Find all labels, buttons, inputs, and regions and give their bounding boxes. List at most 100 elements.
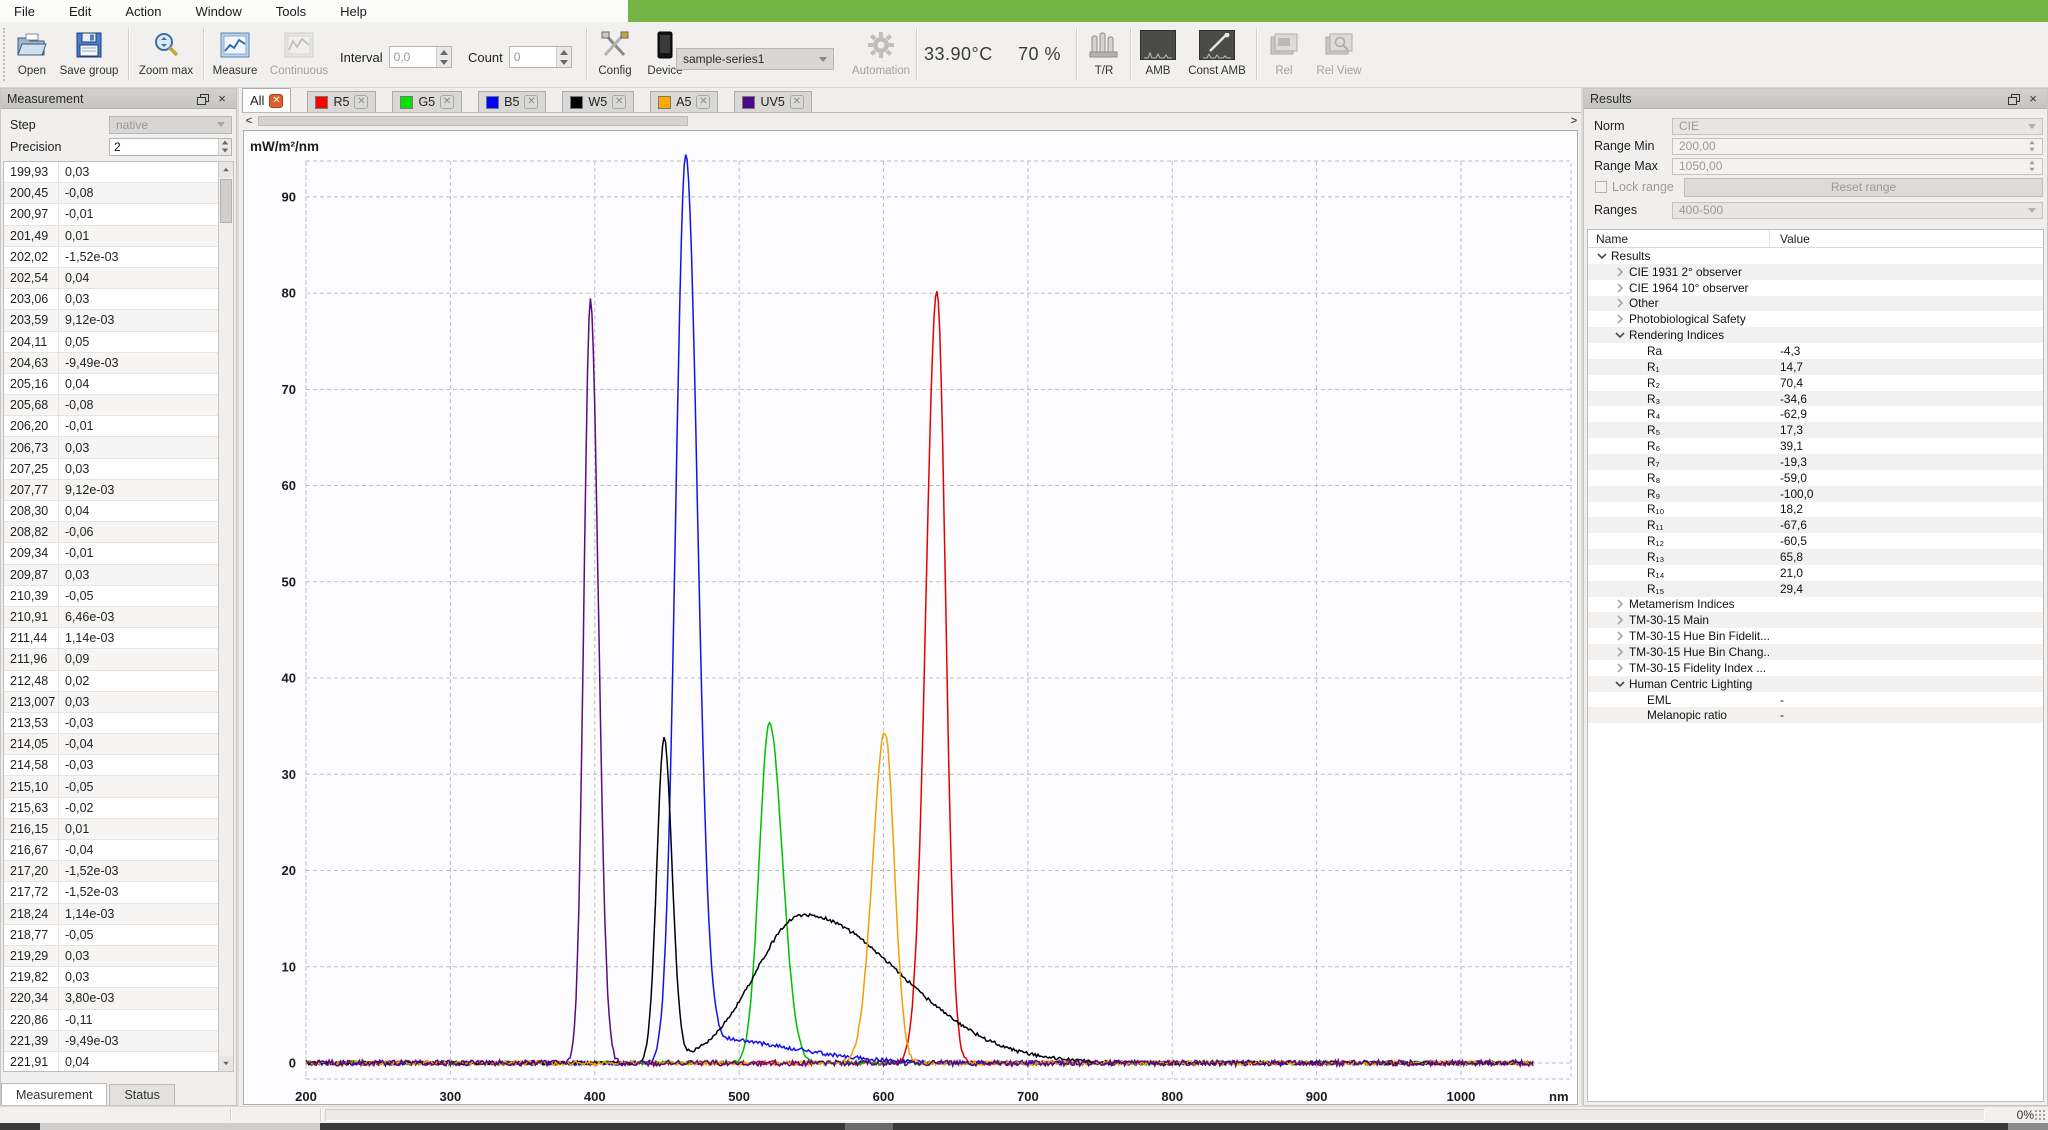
tree-row[interactable]: Results xyxy=(1588,248,2043,264)
range-min-spinbox[interactable]: 200,00 xyxy=(1672,138,2043,155)
tree-row[interactable]: CIE 1964 10° observer xyxy=(1588,280,2043,296)
measurement-row[interactable]: 208,300,04 xyxy=(4,501,218,522)
measurement-row[interactable]: 221,39-9,49e-03 xyxy=(4,1031,218,1052)
tree-row[interactable]: R₃-34,6 xyxy=(1588,391,2043,407)
tree-row[interactable]: R₆39,1 xyxy=(1588,438,2043,454)
tab-scroll-thumb[interactable] xyxy=(258,116,688,126)
zoom-max-button[interactable]: Zoom max xyxy=(136,26,196,84)
measurement-row[interactable]: 215,10-0,05 xyxy=(4,776,218,797)
close-tab-icon[interactable]: ✕ xyxy=(612,95,626,109)
chevron-right-icon[interactable] xyxy=(1614,615,1626,625)
measurement-row[interactable]: 208,82-0,06 xyxy=(4,522,218,543)
measurement-row[interactable]: 204,63-9,49e-03 xyxy=(4,353,218,374)
reset-range-button[interactable]: Reset range xyxy=(1684,178,2043,197)
tree-row[interactable]: R₁₄21,0 xyxy=(1588,565,2043,581)
tree-row[interactable]: Metamerism Indices xyxy=(1588,597,2043,613)
measurement-row[interactable]: 203,060,03 xyxy=(4,289,218,310)
measurement-row[interactable]: 220,86-0,11 xyxy=(4,1010,218,1031)
measurement-row[interactable]: 209,870,03 xyxy=(4,565,218,586)
interval-spinner[interactable] xyxy=(436,47,451,67)
chart-tab-a5[interactable]: A5✕ xyxy=(650,91,718,112)
precision-spinbox[interactable] xyxy=(109,138,232,156)
tree-row[interactable]: TM-30-15 Main xyxy=(1588,612,2043,628)
interval-input[interactable] xyxy=(390,47,436,67)
ranges-dropdown[interactable]: 400-500 xyxy=(1672,202,2043,219)
measure-button[interactable]: Measure xyxy=(208,26,262,84)
measurement-row[interactable]: 216,150,01 xyxy=(4,819,218,840)
tree-row[interactable]: R₁14,7 xyxy=(1588,359,2043,375)
measurement-row[interactable]: 217,72-1,52e-03 xyxy=(4,882,218,903)
open-button[interactable]: Open xyxy=(8,26,56,84)
menu-tools[interactable]: Tools xyxy=(272,2,310,21)
menu-edit[interactable]: Edit xyxy=(65,2,95,21)
measurement-row[interactable]: 200,97-0,01 xyxy=(4,204,218,225)
tree-row[interactable]: R₁₃65,8 xyxy=(1588,549,2043,565)
measurement-row[interactable]: 211,441,14e-03 xyxy=(4,628,218,649)
measurement-row[interactable]: 199,930,03 xyxy=(4,162,218,183)
menu-help[interactable]: Help xyxy=(336,2,371,21)
scrollbar-thumb[interactable] xyxy=(220,179,232,223)
tree-row[interactable]: Photobiological Safety xyxy=(1588,311,2043,327)
measurement-row[interactable]: 206,730,03 xyxy=(4,437,218,458)
spectrum-chart[interactable]: 0102030405060708090200300400500600700800… xyxy=(243,130,1578,1105)
tree-row[interactable]: R₉-100,0 xyxy=(1588,486,2043,502)
tree-row[interactable]: R₅17,3 xyxy=(1588,422,2043,438)
float-panel-icon[interactable] xyxy=(194,92,210,106)
panel-tab-measurement[interactable]: Measurement xyxy=(1,1083,107,1105)
measurement-row[interactable]: 218,241,14e-03 xyxy=(4,904,218,925)
chevron-right-icon[interactable] xyxy=(1614,599,1626,609)
lock-range-checkbox[interactable] xyxy=(1595,181,1607,193)
interval-spinbox[interactable] xyxy=(389,46,452,68)
measurement-row[interactable]: 205,160,04 xyxy=(4,374,218,395)
precision-input[interactable] xyxy=(110,139,218,155)
rel-view-button[interactable]: Rel View xyxy=(1312,26,1366,84)
measurement-row[interactable]: 205,68-0,08 xyxy=(4,395,218,416)
count-spinbox[interactable] xyxy=(509,46,572,68)
tree-row[interactable]: Human Centric Lighting xyxy=(1588,676,2043,692)
tree-row[interactable]: R₂70,4 xyxy=(1588,375,2043,391)
range-max-spinbox[interactable]: 1050,00 xyxy=(1672,158,2043,175)
measurement-row[interactable]: 213,53-0,03 xyxy=(4,713,218,734)
measurement-row[interactable]: 209,34-0,01 xyxy=(4,543,218,564)
measurement-row[interactable]: 203,599,12e-03 xyxy=(4,310,218,331)
close-tab-icon[interactable]: ✕ xyxy=(790,95,804,109)
measurement-row[interactable]: 214,58-0,03 xyxy=(4,755,218,776)
menu-action[interactable]: Action xyxy=(121,2,165,21)
measurement-row[interactable]: 219,820,03 xyxy=(4,967,218,988)
norm-dropdown[interactable]: CIE xyxy=(1672,118,2043,135)
measurement-row[interactable]: 207,779,12e-03 xyxy=(4,480,218,501)
chevron-right-icon[interactable] xyxy=(1614,267,1626,277)
close-panel-icon[interactable]: × xyxy=(214,92,230,106)
close-tab-icon[interactable]: ✕ xyxy=(440,95,454,109)
measurement-row[interactable]: 207,250,03 xyxy=(4,459,218,480)
left-splitter[interactable] xyxy=(237,88,239,1106)
measurement-row[interactable]: 218,77-0,05 xyxy=(4,925,218,946)
tr-button[interactable]: T/R xyxy=(1082,26,1126,84)
tree-row[interactable]: CIE 1931 2° observer xyxy=(1588,264,2043,280)
close-tab-icon[interactable]: ✕ xyxy=(354,95,368,109)
tree-row[interactable]: R₁₅29,4 xyxy=(1588,581,2043,597)
measurement-row[interactable]: 211,960,09 xyxy=(4,649,218,670)
amb-button[interactable]: AMB xyxy=(1136,26,1180,84)
chevron-down-icon[interactable] xyxy=(1614,330,1626,340)
continuous-button[interactable]: Continuous xyxy=(266,26,332,84)
tree-row[interactable]: R₇-19,3 xyxy=(1588,454,2043,470)
scroll-right-icon[interactable]: > xyxy=(1567,115,1581,127)
panel-tab-status[interactable]: Status xyxy=(109,1084,174,1105)
tree-row[interactable]: Other xyxy=(1588,296,2043,312)
chevron-right-icon[interactable] xyxy=(1614,283,1626,293)
tree-row[interactable]: EML- xyxy=(1588,692,2043,708)
tree-row[interactable]: R₈-59,0 xyxy=(1588,470,2043,486)
chart-tab-b5[interactable]: B5✕ xyxy=(478,91,546,112)
measurement-row[interactable]: 213,0070,03 xyxy=(4,692,218,713)
measurement-row[interactable]: 206,20-0,01 xyxy=(4,416,218,437)
chevron-right-icon[interactable] xyxy=(1614,663,1626,673)
scroll-left-icon[interactable]: < xyxy=(242,115,256,127)
step-dropdown[interactable]: native xyxy=(109,116,232,134)
tree-row[interactable]: R₁₂-60,5 xyxy=(1588,533,2043,549)
tree-row[interactable]: TM-30-15 Hue Bin Fidelit... xyxy=(1588,628,2043,644)
chevron-right-icon[interactable] xyxy=(1614,314,1626,324)
name-column-header[interactable]: Name xyxy=(1588,230,1770,247)
close-tab-icon[interactable]: ✕ xyxy=(524,95,538,109)
measurement-row[interactable]: 201,490,01 xyxy=(4,226,218,247)
